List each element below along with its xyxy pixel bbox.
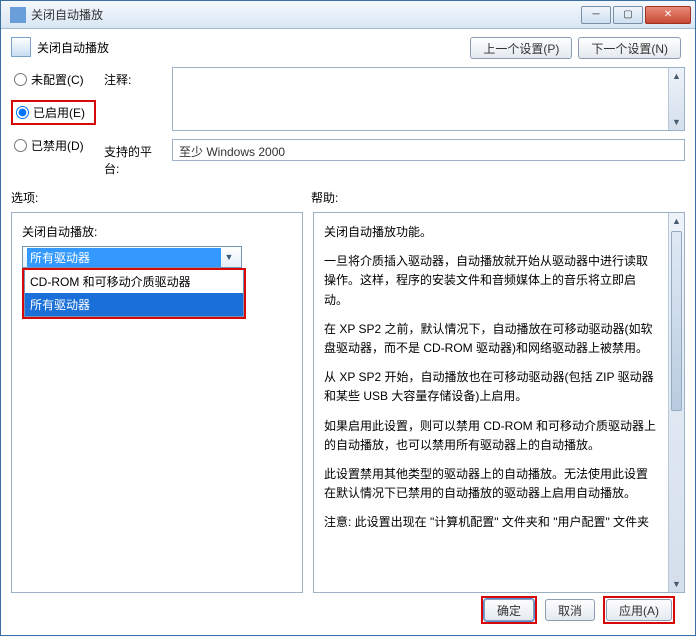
scroll-up-icon[interactable]: ▲ [669, 68, 684, 84]
radio-unconfigured-label: 未配置(C) [31, 71, 84, 88]
apply-button[interactable]: 应用(A) [606, 599, 672, 621]
help-paragraph: 一旦将介质插入驱动器，自动播放就开始从驱动器中进行读取操作。这样，程序的安装文件… [324, 252, 656, 310]
close-button[interactable]: ✕ [645, 6, 691, 24]
help-paragraph: 如果启用此设置，则可以禁用 CD-ROM 和可移动介质驱动器上的自动播放，也可以… [324, 417, 656, 455]
minimize-button[interactable]: ─ [581, 6, 611, 24]
autoplay-option-label: 关闭自动播放: [22, 223, 292, 240]
autoplay-combo-selected: 所有驱动器 [27, 248, 221, 267]
list-item[interactable]: 所有驱动器 [25, 293, 243, 316]
window-title: 关闭自动播放 [31, 6, 581, 23]
options-section-label: 选项: [11, 189, 311, 206]
dialog-icon [11, 37, 31, 57]
help-paragraph: 在 XP SP2 之前，默认情况下，自动播放在可移动驱动器(如软盘驱动器，而不是… [324, 320, 656, 358]
autoplay-combo[interactable]: 所有驱动器 ▼ [22, 246, 242, 268]
help-paragraph: 此设置禁用其他类型的驱动器上的自动播放。无法使用此设置在默认情况下已禁用的自动播… [324, 465, 656, 503]
radio-disabled[interactable]: 已禁用(D) [11, 135, 96, 156]
help-scrollbar[interactable]: ▲ ▼ [668, 213, 684, 592]
help-section-label: 帮助: [311, 189, 338, 206]
dialog-footer: 确定 取消 应用(A) [11, 593, 685, 627]
list-item[interactable]: CD-ROM 和可移动介质驱动器 [25, 270, 243, 293]
maximize-button[interactable]: ▢ [613, 6, 643, 24]
options-panel: 关闭自动播放: 所有驱动器 ▼ CD-ROM 和可移动介质驱动器 所有驱动器 [11, 212, 303, 593]
autoplay-listbox[interactable]: CD-ROM 和可移动介质驱动器 所有驱动器 [24, 270, 244, 317]
radio-unconfigured-input[interactable] [14, 73, 27, 86]
comment-label: 注释: [104, 67, 166, 88]
next-setting-button[interactable]: 下一个设置(N) [578, 37, 681, 59]
cancel-button[interactable]: 取消 [545, 599, 595, 621]
scroll-down-icon[interactable]: ▼ [669, 114, 684, 130]
dialog-title: 关闭自动播放 [37, 39, 109, 56]
comment-scrollbar[interactable]: ▲ ▼ [668, 68, 684, 130]
platform-label: 支持的平台: [104, 139, 166, 177]
platform-field: 至少 Windows 2000 [172, 139, 685, 161]
app-icon [10, 7, 26, 23]
help-paragraph: 从 XP SP2 开始，自动播放也在可移动驱动器(包括 ZIP 驱动器和某些 U… [324, 368, 656, 406]
prev-setting-button[interactable]: 上一个设置(P) [470, 37, 572, 59]
help-paragraph: 关闭自动播放功能。 [324, 223, 656, 242]
comment-field[interactable]: ▲ ▼ [172, 67, 685, 131]
scroll-down-icon[interactable]: ▼ [669, 576, 684, 592]
radio-enabled[interactable]: 已启用(E) [11, 100, 96, 125]
scroll-up-icon[interactable]: ▲ [669, 213, 684, 229]
help-text: 关闭自动播放功能。 一旦将介质插入驱动器，自动播放就开始从驱动器中进行读取操作。… [324, 223, 674, 542]
chevron-down-icon[interactable]: ▼ [221, 252, 237, 262]
ok-button[interactable]: 确定 [484, 599, 534, 621]
radio-disabled-input[interactable] [14, 139, 27, 152]
radio-enabled-input[interactable] [16, 106, 29, 119]
titlebar: 关闭自动播放 ─ ▢ ✕ [1, 1, 695, 29]
scrollbar-thumb[interactable] [671, 231, 682, 411]
radio-disabled-label: 已禁用(D) [31, 137, 84, 154]
help-paragraph: 注意: 此设置出现在 "计算机配置" 文件夹和 "用户配置" 文件夹 [324, 513, 656, 532]
help-panel: 关闭自动播放功能。 一旦将介质插入驱动器，自动播放就开始从驱动器中进行读取操作。… [313, 212, 685, 593]
radio-unconfigured[interactable]: 未配置(C) [11, 69, 96, 90]
radio-enabled-label: 已启用(E) [33, 104, 85, 121]
